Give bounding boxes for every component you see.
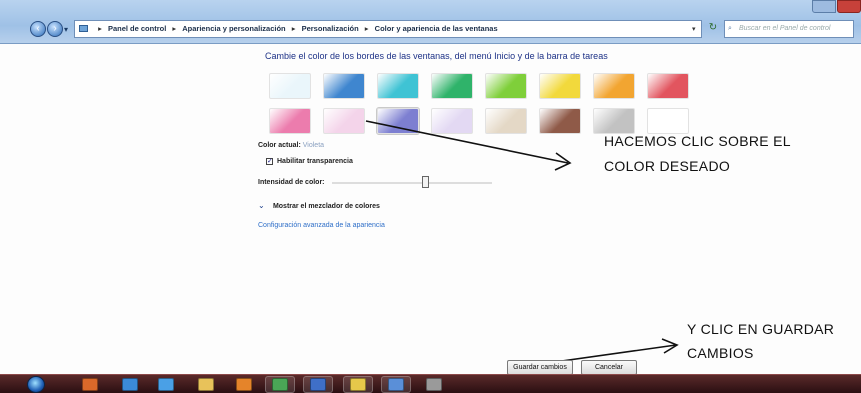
callout-line: COLOR DESEADO	[604, 158, 731, 174]
windows-start-icon[interactable]	[27, 376, 45, 393]
word-icon[interactable]	[310, 378, 326, 391]
firefox-icon[interactable]	[236, 378, 252, 391]
cancel-button[interactable]: Cancelar	[581, 360, 637, 375]
arrow-to-color-icon	[365, 120, 569, 164]
media-player-icon[interactable]	[82, 378, 98, 391]
dropbox-icon[interactable]	[158, 378, 174, 391]
control-panel-icon[interactable]	[388, 378, 404, 391]
internet-explorer-icon[interactable]	[122, 378, 138, 391]
callout-line: Y CLIC EN GUARDAR	[687, 321, 835, 337]
chrome-icon[interactable]	[272, 378, 288, 391]
network-icon[interactable]	[426, 378, 442, 391]
callout-save-changes: Y CLIC EN GUARDAR CAMBIOS	[687, 321, 834, 361]
callout-choose-color: HACEMOS CLIC SOBRE EL COLOR DESEADO	[604, 133, 791, 174]
save-changes-button[interactable]: Guardar cambios	[507, 360, 573, 375]
callout-line: HACEMOS CLIC SOBRE EL	[604, 133, 791, 149]
taskbar	[0, 374, 861, 393]
folder-icon[interactable]	[198, 378, 214, 391]
callout-line: CAMBIOS	[687, 345, 754, 361]
paint-icon[interactable]	[350, 378, 366, 391]
